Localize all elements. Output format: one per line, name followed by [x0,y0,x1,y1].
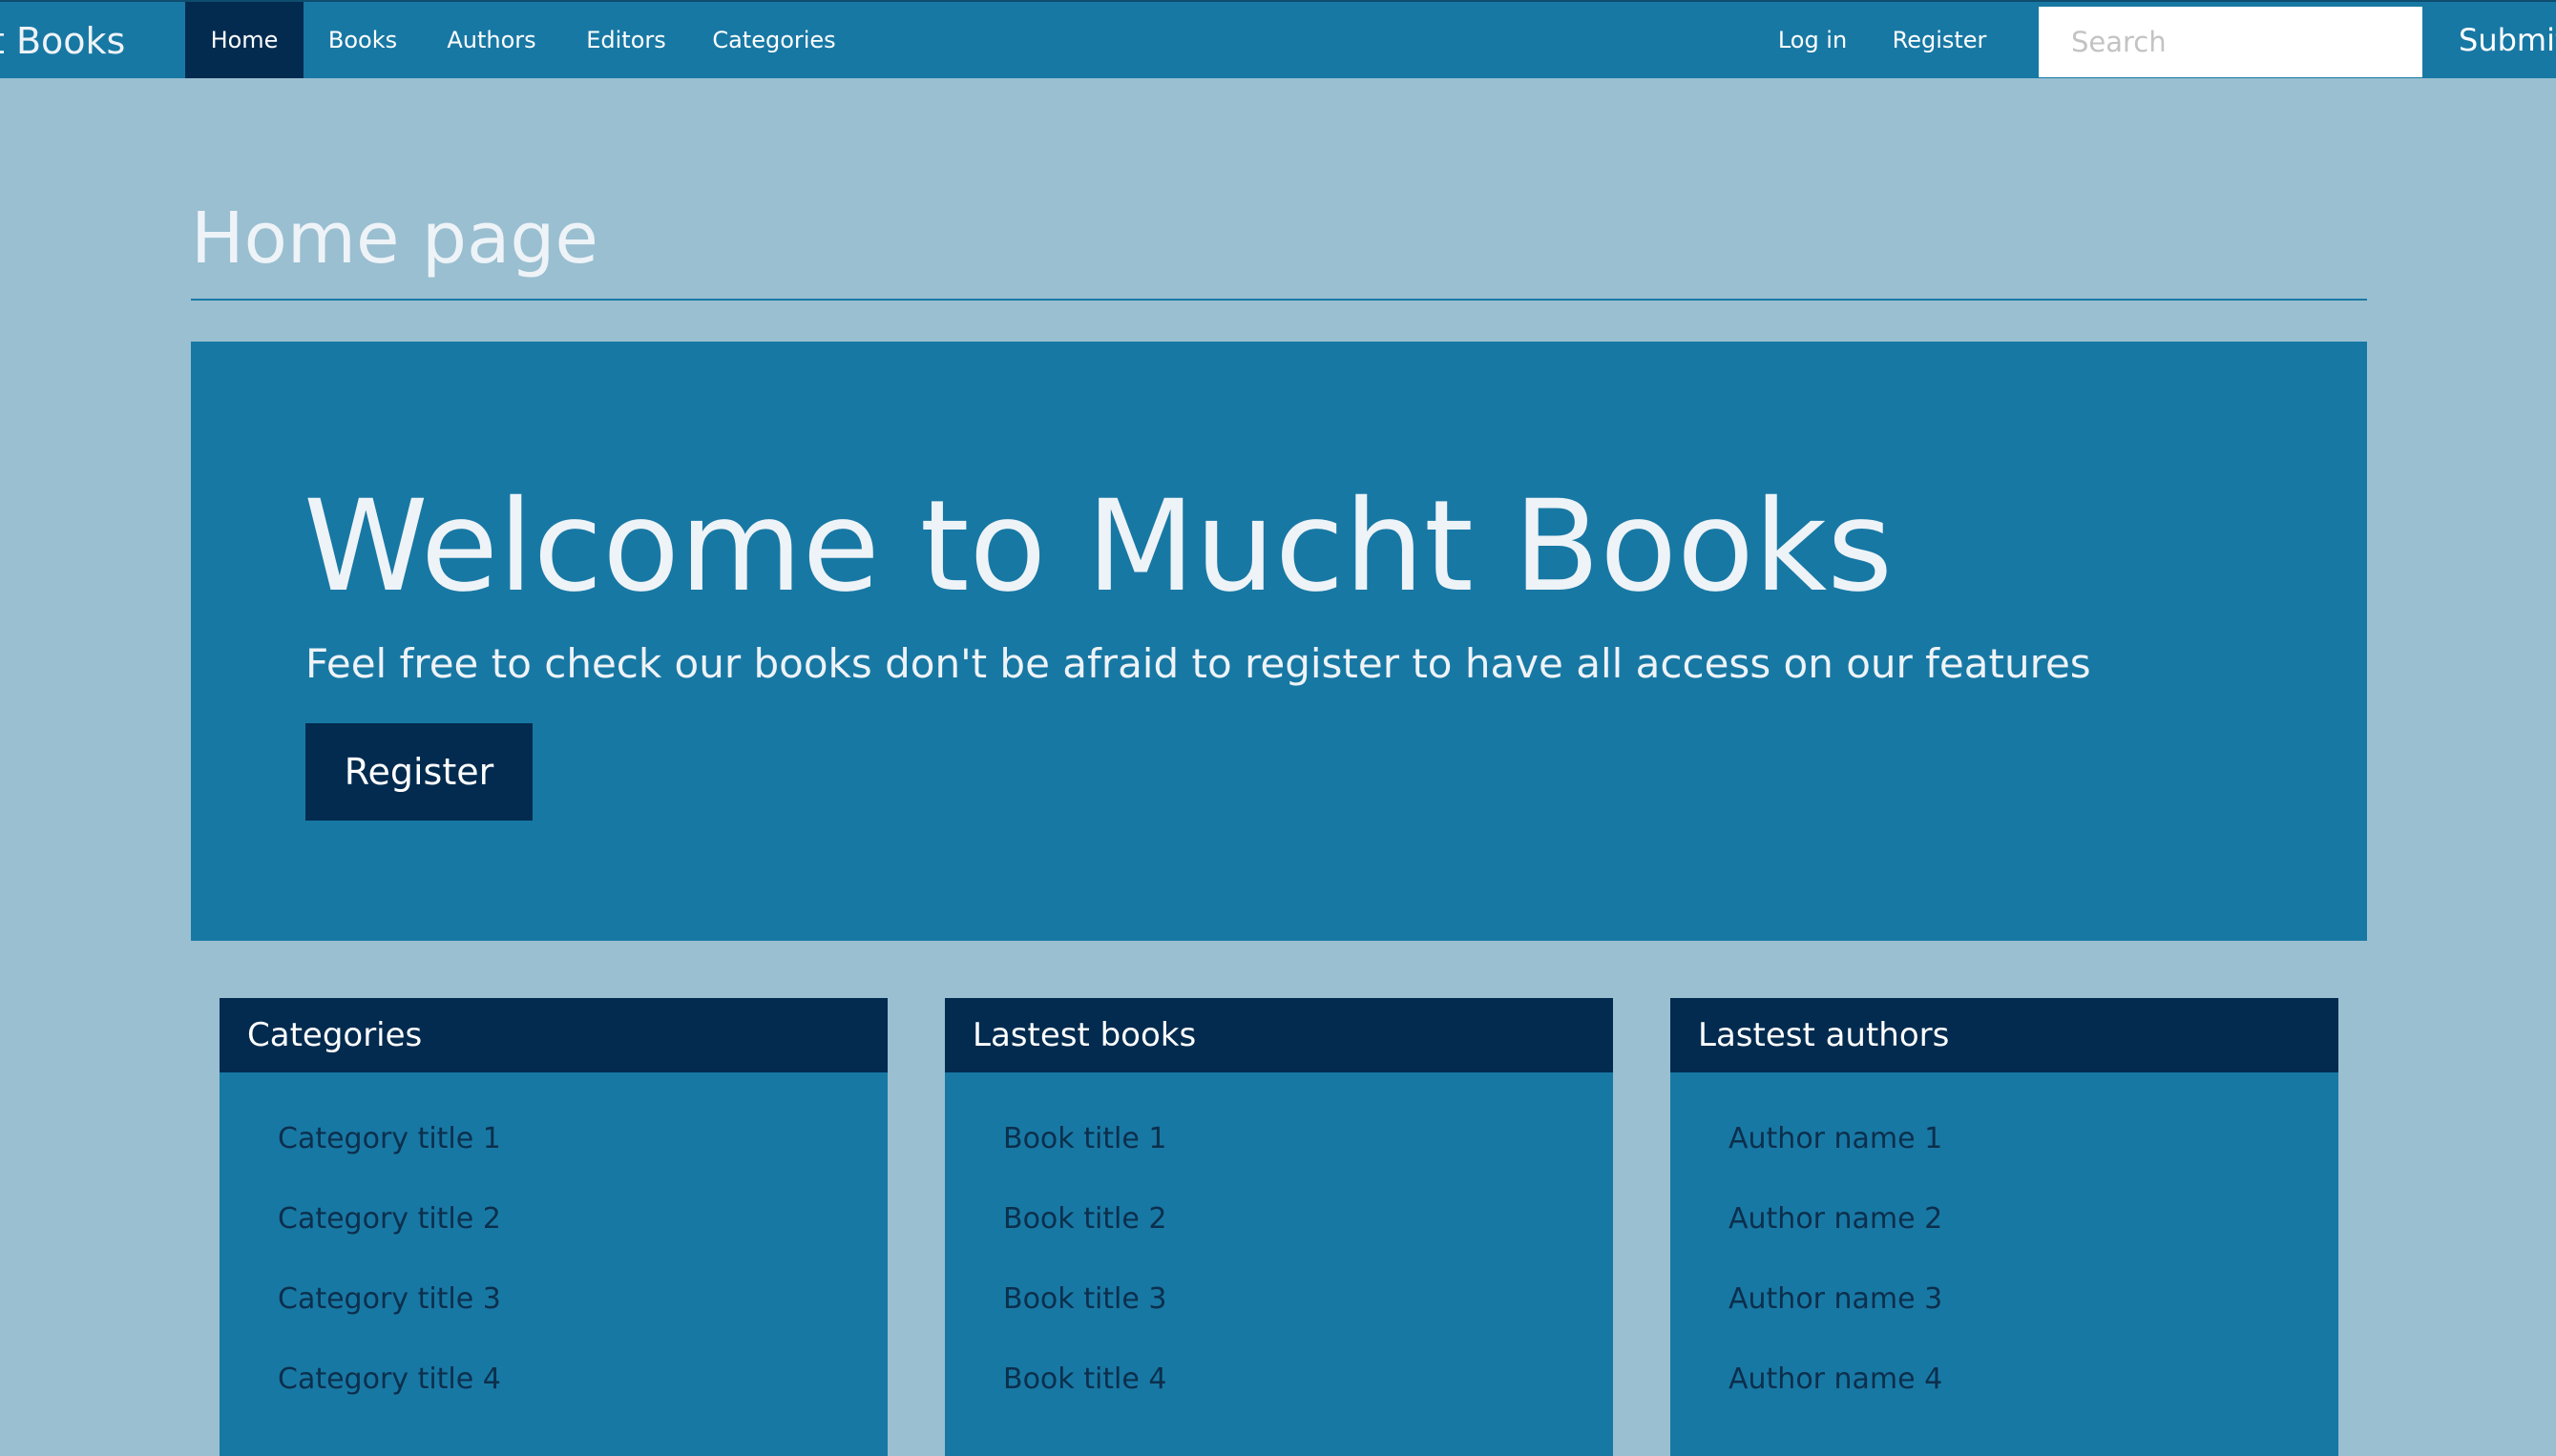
search-input[interactable] [2039,7,2422,77]
panel-title: Categories [220,998,888,1072]
nav-home[interactable]: Home [185,2,304,78]
title-divider [191,299,2367,301]
nav-books[interactable]: Books [315,2,410,78]
latest-books-panel: Lastest books Book title 1 Book title 2 … [945,998,1613,1456]
nav-authors[interactable]: Authors [437,2,546,78]
list-item[interactable]: Category title 4 [278,1362,501,1396]
list-item[interactable]: Category title 2 [278,1202,501,1236]
list-item[interactable]: Book title 1 [1003,1122,1166,1155]
hero-jumbotron: Welcome to Mucht Books Feel free to chec… [191,342,2367,941]
list-item[interactable]: Author name 4 [1728,1362,1942,1396]
list-item[interactable]: Book title 4 [1003,1362,1166,1396]
list-item[interactable]: Author name 3 [1728,1282,1942,1316]
categories-panel: Categories Category title 1 Category tit… [220,998,888,1456]
list-item[interactable]: Book title 2 [1003,1202,1166,1236]
latest-authors-panel: Lastest authors Author name 1 Author nam… [1670,998,2338,1456]
list-item[interactable]: Author name 1 [1728,1122,1942,1155]
list-item[interactable]: Book title 3 [1003,1282,1166,1316]
list-item[interactable]: Author name 2 [1728,1202,1942,1236]
nav-login[interactable]: Log in [1764,2,1861,78]
panel-title: Lastest books [945,998,1613,1072]
nav-categories[interactable]: Categories [706,2,842,78]
hero-title: Welcome to Mucht Books [304,473,1894,620]
hero-subtitle: Feel free to check our books don't be af… [305,640,2091,687]
list-item[interactable]: Category title 1 [278,1122,501,1155]
panel-title: Lastest authors [1670,998,2338,1072]
nav-editors[interactable]: Editors [573,2,680,78]
page-title: Home page [191,198,598,280]
nav-register[interactable]: Register [1886,2,1993,78]
hero-register-button[interactable]: Register [305,723,533,821]
search-submit-button[interactable]: Submit [2424,2,2556,78]
list-item[interactable]: Category title 3 [278,1282,501,1316]
brand-logo[interactable]: cht Books [0,2,125,80]
navbar: cht Books Home Books Authors Editors Cat… [0,0,2556,78]
